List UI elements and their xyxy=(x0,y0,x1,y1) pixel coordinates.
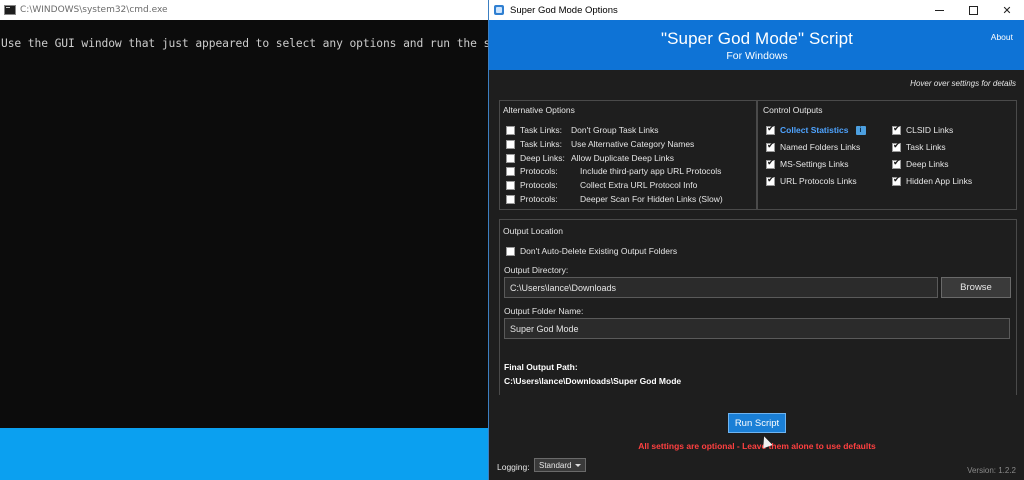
checkbox[interactable] xyxy=(506,166,515,176)
window-controls: ✕ xyxy=(922,0,1024,20)
alternative-options-title: Alternative Options xyxy=(503,105,575,115)
output-task-links[interactable]: Task Links xyxy=(892,141,946,152)
about-link[interactable]: About xyxy=(991,32,1013,42)
minimize-button[interactable] xyxy=(922,0,956,20)
terminal-icon xyxy=(4,5,16,15)
checkbox[interactable] xyxy=(766,175,775,186)
cmd-title: C:\WINDOWS\system32\cmd.exe xyxy=(20,5,168,15)
checkbox[interactable] xyxy=(766,124,775,135)
output-hidden-app-links[interactable]: Hidden App Links xyxy=(892,175,973,186)
checkbox[interactable] xyxy=(892,175,901,186)
output-url-protocols-links[interactable]: URL Protocols Links xyxy=(766,175,857,186)
final-output-path-label: Final Output Path: xyxy=(504,362,578,372)
checkbox[interactable] xyxy=(766,158,775,169)
checkbox[interactable] xyxy=(892,141,901,152)
checkbox[interactable] xyxy=(506,139,515,149)
logging-select[interactable]: Standard xyxy=(534,458,586,472)
cmd-output-text: Use the GUI window that just appeared to… xyxy=(1,37,531,50)
chevron-down-icon xyxy=(575,464,581,467)
option-value: Include third-party app URL Protocols xyxy=(580,166,722,176)
option-value: Allow Duplicate Deep Links xyxy=(571,153,674,163)
control-outputs-title: Control Outputs xyxy=(763,105,823,115)
option-value: Don't Group Task Links xyxy=(571,125,659,135)
option-label: Deep Links xyxy=(906,159,949,169)
browse-button[interactable]: Browse xyxy=(941,277,1011,298)
header-subtitle: For Windows xyxy=(726,50,788,62)
checkbox[interactable] xyxy=(766,141,775,152)
app-icon xyxy=(494,5,504,15)
option-key: Task Links: xyxy=(520,139,563,149)
output-ms-settings-links[interactable]: MS-Settings Links xyxy=(766,158,849,169)
logging-label: Logging: xyxy=(497,462,530,472)
option-label: CLSID Links xyxy=(906,125,954,135)
option-label: MS-Settings Links xyxy=(780,159,849,169)
run-script-button[interactable]: Run Script xyxy=(728,413,786,433)
logging-value: Standard xyxy=(539,460,572,470)
window-title: Super God Mode Options xyxy=(510,4,618,16)
version-label: Version: 1.2.2 xyxy=(967,466,1016,475)
option-key: Deep Links: xyxy=(520,153,565,163)
maximize-button[interactable] xyxy=(956,0,990,20)
output-collect-statistics[interactable]: Collect Statistics i xyxy=(766,124,866,135)
checkbox[interactable] xyxy=(506,125,515,135)
output-folder-name-label: Output Folder Name: xyxy=(504,306,584,316)
option-label: URL Protocols Links xyxy=(780,176,857,186)
final-output-path-value: C:\Users\lance\Downloads\Super God Mode xyxy=(504,376,682,386)
checkbox[interactable] xyxy=(892,124,901,135)
alternative-options-group: Alternative Options Task Links: Don't Gr… xyxy=(499,100,757,210)
output-directory-input[interactable]: C:\Users\lance\Downloads xyxy=(504,277,938,298)
header-banner: "Super God Mode" Script For Windows Abou… xyxy=(489,20,1024,70)
option-label: Named Folders Links xyxy=(780,142,861,152)
option-value: Deeper Scan For Hidden Links (Slow) xyxy=(580,194,723,204)
checkbox[interactable] xyxy=(892,158,901,169)
option-duplicate-deep-links[interactable]: Deep Links: Allow Duplicate Deep Links xyxy=(506,153,674,163)
option-label: Collect Statistics xyxy=(780,125,849,135)
option-third-party-protocols[interactable]: Protocols: Include third-party app URL P… xyxy=(506,166,721,176)
output-location-group: Output Location Don't Auto-Delete Existi… xyxy=(499,219,1017,395)
desktop-background xyxy=(0,428,488,480)
hover-hint: Hover over settings for details xyxy=(910,79,1016,88)
option-alternative-category-names[interactable]: Task Links: Use Alternative Category Nam… xyxy=(506,139,694,149)
close-button[interactable]: ✕ xyxy=(990,0,1024,20)
output-location-title: Output Location xyxy=(503,226,564,236)
output-deep-links[interactable]: Deep Links xyxy=(892,158,949,169)
info-icon[interactable]: i xyxy=(855,125,866,135)
option-key: Protocols: xyxy=(520,194,558,204)
option-value: Use Alternative Category Names xyxy=(571,139,695,149)
checkbox[interactable] xyxy=(506,180,515,190)
options-window[interactable]: Super God Mode Options ✕ "Super God Mode… xyxy=(488,0,1024,480)
maximize-icon xyxy=(968,5,978,15)
cmd-titlebar[interactable]: C:\WINDOWS\system32\cmd.exe xyxy=(0,0,488,20)
option-extra-protocol-info[interactable]: Protocols: Collect Extra URL Protocol In… xyxy=(506,180,697,190)
output-named-folders-links[interactable]: Named Folders Links xyxy=(766,141,861,152)
minimize-icon xyxy=(934,9,944,11)
control-outputs-group: Control Outputs Collect Statistics i Nam… xyxy=(757,100,1017,210)
output-directory-label: Output Directory: xyxy=(504,265,569,275)
option-no-auto-delete[interactable]: Don't Auto-Delete Existing Output Folder… xyxy=(506,246,677,256)
option-label: Hidden App Links xyxy=(906,176,973,186)
header-title: "Super God Mode" Script xyxy=(660,29,853,48)
option-deeper-scan[interactable]: Protocols: Deeper Scan For Hidden Links … xyxy=(506,194,723,204)
optional-settings-warning: All settings are optional - Leave them a… xyxy=(638,441,876,451)
cmd-window[interactable]: C:\WINDOWS\system32\cmd.exe Use the GUI … xyxy=(0,0,531,428)
checkbox[interactable] xyxy=(506,246,515,256)
options-titlebar[interactable]: Super God Mode Options ✕ xyxy=(489,0,1024,20)
checkbox[interactable] xyxy=(506,153,515,163)
option-dont-group-task-links[interactable]: Task Links: Don't Group Task Links xyxy=(506,125,658,135)
output-folder-name-input[interactable]: Super God Mode xyxy=(504,318,1010,339)
checkbox[interactable] xyxy=(506,194,515,204)
option-value: Collect Extra URL Protocol Info xyxy=(580,180,698,190)
option-key: Protocols: xyxy=(520,180,558,190)
option-key: Protocols: xyxy=(520,166,558,176)
option-label: Don't Auto-Delete Existing Output Folder… xyxy=(520,246,678,256)
output-clsid-links[interactable]: CLSID Links xyxy=(892,124,954,135)
option-label: Task Links xyxy=(906,142,946,152)
close-icon: ✕ xyxy=(1002,4,1012,17)
option-key: Task Links: xyxy=(520,125,563,135)
